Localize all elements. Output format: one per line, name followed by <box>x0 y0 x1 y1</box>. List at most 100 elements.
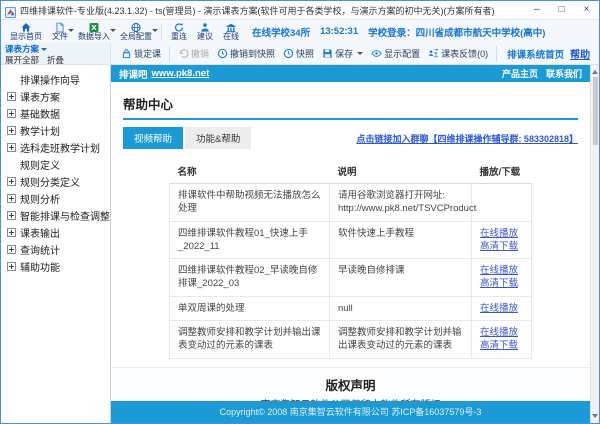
sidebar-item-rule-category[interactable]: 规则分类定义 <box>7 173 110 190</box>
suggestion-button[interactable]: 建议 <box>192 20 218 44</box>
globe-icon <box>130 22 142 33</box>
contact-us-link[interactable]: 联系我们 <box>546 67 582 80</box>
app-icon <box>5 5 16 16</box>
sidebar-item-query-statistics[interactable]: 查询统计 <box>7 241 110 258</box>
snapshot-label: 快照 <box>296 47 314 60</box>
timetable-feedback-button[interactable]: 课表反馈(0) <box>424 47 492 60</box>
expand-all-button[interactable]: 展开全部 <box>5 55 39 65</box>
collapse-button[interactable]: 折叠 <box>47 55 64 65</box>
expand-plus-icon[interactable] <box>7 143 16 152</box>
global-config-label: 全局配置 <box>120 33 152 42</box>
tree-item-label: 选科走班教学计划 <box>20 140 100 155</box>
chevron-down-icon <box>357 52 363 55</box>
sidebar-item-timetable-output[interactable]: 课表输出 <box>7 224 110 241</box>
product-home-link[interactable]: 产品主页 <box>502 67 538 80</box>
copyright-title: 版权声明 <box>111 375 590 394</box>
home-label: 显示首页 <box>10 33 42 42</box>
play-online-link[interactable]: 在线播放 <box>480 327 518 338</box>
play-online-link[interactable]: 在线播放 <box>480 228 518 239</box>
site-header-bar: 排课吧 www.pk8.net 产品主页 联系我们 <box>111 65 590 82</box>
sidebar-item-scheduling-wizard[interactable]: 排课操作向导 <box>7 71 110 88</box>
tree-item-label: 辅助功能 <box>20 259 60 274</box>
scheme-dropdown[interactable]: 课表方案 <box>5 44 106 54</box>
toolbar-separator <box>161 24 162 40</box>
description-url: http://www.pk8.net/TSVCProduct <box>338 202 463 215</box>
play-online-link[interactable]: 在线播放 <box>480 303 518 314</box>
save-label: 保存 <box>335 47 353 60</box>
expand-plus-icon[interactable] <box>7 228 16 237</box>
online-button[interactable]: 在线 <box>218 20 244 44</box>
expand-plus-icon[interactable] <box>7 262 16 271</box>
vertical-scrollbar[interactable] <box>590 65 599 423</box>
scrollbar-thumb[interactable] <box>593 77 598 145</box>
undo-label: 撤销 <box>191 47 209 60</box>
video-links: 在线播放高清下载 <box>472 259 532 297</box>
display-config-label: 显示配置 <box>384 47 420 60</box>
scheme-title: 课表方案 <box>5 44 39 54</box>
video-links: 在线播放 <box>472 296 532 320</box>
sidebar-item-timetable-scheme[interactable]: 课表方案 <box>7 88 110 105</box>
sidebar-item-smart-scheduling[interactable]: 智能排课与检查调整 <box>7 207 110 224</box>
navigation-sidebar: 排课操作向导 课表方案 基础数据 教学计划 选科走班教学计划 规则定义 规则分类… <box>1 65 111 423</box>
file-label: 文件 <box>52 33 68 42</box>
hd-download-link[interactable]: 高清下载 <box>480 278 518 289</box>
help-link[interactable]: 帮助 <box>570 46 598 61</box>
qq-group-link[interactable]: 点击链接加入群聊【四维排课操作辅导群: 583302818】 <box>356 132 578 145</box>
expand-plus-icon[interactable] <box>7 126 16 135</box>
minimize-button[interactable]: – <box>524 1 549 19</box>
maximize-button[interactable]: □ <box>549 1 574 19</box>
tree-item-label: 基础数据 <box>20 106 60 121</box>
display-config-button[interactable]: 显示配置 <box>367 47 424 60</box>
scroll-down-icon[interactable] <box>592 414 598 418</box>
main-toolbar: 显示首页 文件 数据导入 全局配置 重连 建议 在线 <box>1 19 599 43</box>
tree-item-label: 规则分析 <box>20 191 60 206</box>
timetable-feedback-label: 课表反馈(0) <box>441 47 488 60</box>
home-button[interactable]: 显示首页 <box>5 20 47 44</box>
save-button[interactable]: 保存 <box>318 47 367 60</box>
video-links <box>472 184 532 222</box>
expand-plus-icon[interactable] <box>7 109 16 118</box>
system-home-link[interactable]: 排课系统首页 <box>501 47 570 61</box>
sidebar-item-teaching-plan[interactable]: 教学计划 <box>7 122 110 139</box>
reconnect-label: 重连 <box>171 33 187 42</box>
expand-plus-icon[interactable] <box>7 177 16 186</box>
snapshot-button[interactable]: 快照 <box>279 47 318 60</box>
expand-plus-icon[interactable] <box>7 245 16 254</box>
reconnect-button[interactable]: 重连 <box>166 20 192 44</box>
scroll-up-icon[interactable] <box>592 70 598 74</box>
expand-plus-icon[interactable] <box>7 211 16 220</box>
save-icon <box>322 48 333 59</box>
undo-to-snapshot-button[interactable]: 撤销到快照 <box>213 47 279 60</box>
video-links: 在线播放高清下载 <box>472 221 532 259</box>
sidebar-item-basic-data[interactable]: 基础数据 <box>7 105 110 122</box>
table-row: 四维排课软件教程01_快速上手_2022_11 软件快速上手教程 在线播放高清下… <box>170 221 532 259</box>
building-icon <box>225 22 237 33</box>
description-line: 请用谷歌浏览器打开网址: <box>338 190 445 201</box>
sidebar-item-elective-plan[interactable]: 选科走班教学计划 <box>7 139 110 156</box>
hd-download-link[interactable]: 高清下载 <box>480 241 518 252</box>
hd-download-link[interactable]: 高清下载 <box>480 340 518 351</box>
sidebar-item-rule-analysis[interactable]: 规则分析 <box>7 190 110 207</box>
video-description: 软件快速上手教程 <box>330 221 472 259</box>
tab-function-help[interactable]: 功能&帮助 <box>185 127 251 149</box>
sidebar-item-rule-definition[interactable]: 规则定义 <box>7 156 110 173</box>
play-online-link[interactable]: 在线播放 <box>480 265 518 276</box>
table-row: 排课软件中帮助视频无法播放怎么处理 请用谷歌浏览器打开网址:http://www… <box>170 184 532 222</box>
sidebar-item-auxiliary[interactable]: 辅助功能 <box>7 258 110 275</box>
close-button[interactable]: × <box>574 1 599 19</box>
site-url-link[interactable]: www.pk8.net <box>152 68 210 79</box>
help-video-table: 名称 说明 播放/下载 排课软件中帮助视频无法播放怎么处理 请用谷歌浏览器打开网… <box>169 159 532 359</box>
tree-item-label: 课表输出 <box>20 225 60 240</box>
lock-course-button[interactable]: 锁定课 <box>117 47 165 60</box>
tab-video-help[interactable]: 视频帮助 <box>123 127 183 149</box>
table-header-row: 名称 说明 播放/下载 <box>170 159 532 184</box>
expand-plus-icon[interactable] <box>7 194 16 203</box>
global-config-button[interactable]: 全局配置 <box>115 20 157 44</box>
file-button[interactable]: 文件 <box>47 20 73 44</box>
window-controls: – □ × <box>524 1 599 19</box>
tree-item-label: 课表方案 <box>20 89 60 104</box>
toolbar-separator <box>169 46 170 62</box>
data-import-button[interactable]: 数据导入 <box>73 20 115 44</box>
expand-plus-icon[interactable] <box>7 92 16 101</box>
undo-button[interactable]: 撤销 <box>174 47 213 60</box>
